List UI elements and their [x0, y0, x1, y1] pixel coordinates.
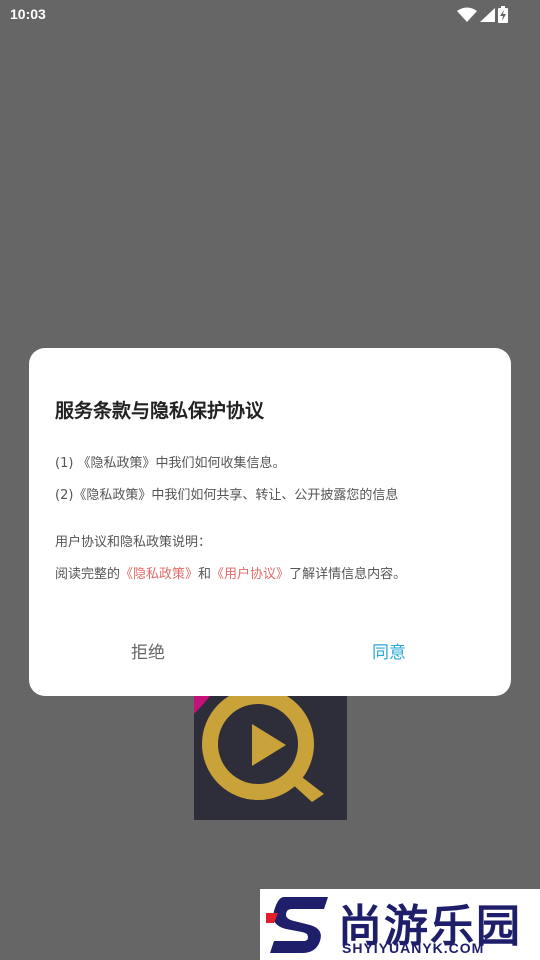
and-text: 和 — [198, 567, 212, 582]
status-bar: 10:03 — [0, 0, 540, 32]
reject-button[interactable]: 拒绝 — [131, 638, 165, 663]
watermark-logo-icon — [266, 897, 328, 953]
read-suffix: 了解详情信息内容。 — [289, 567, 407, 582]
user-agreement-link[interactable]: 《用户协议》 — [211, 567, 289, 582]
policy-explanation-heading: 用户协议和隐私政策说明： — [55, 535, 212, 550]
agree-button[interactable]: 同意 — [372, 638, 406, 663]
watermark-english-text: SHYIYUANYK.COM — [342, 940, 485, 956]
wifi-icon — [457, 7, 477, 22]
battery-charging-icon — [498, 6, 508, 23]
status-time: 10:03 — [10, 6, 46, 22]
watermark: 尚游乐园 SHYIYUANYK.COM — [260, 889, 540, 960]
status-icons — [457, 6, 508, 23]
dialog-title: 服务条款与隐私保护协议 — [55, 400, 265, 422]
read-prefix: 阅读完整的 — [55, 567, 121, 582]
signal-icon — [480, 7, 495, 22]
policy-read-line: 阅读完整的《隐私政策》和《用户协议》了解详情信息内容。 — [55, 563, 406, 582]
policy-line-collect: (1) 《隐私政策》中我们如何收集信息。 — [55, 456, 286, 471]
privacy-policy-link[interactable]: 《隐私政策》 — [120, 567, 198, 582]
privacy-dialog: 服务条款与隐私保护协议 (1) 《隐私政策》中我们如何收集信息。 (2)《隐私政… — [29, 348, 511, 696]
policy-line-share: (2)《隐私政策》中我们如何共享、转让、公开披露您的信息 — [55, 488, 399, 503]
